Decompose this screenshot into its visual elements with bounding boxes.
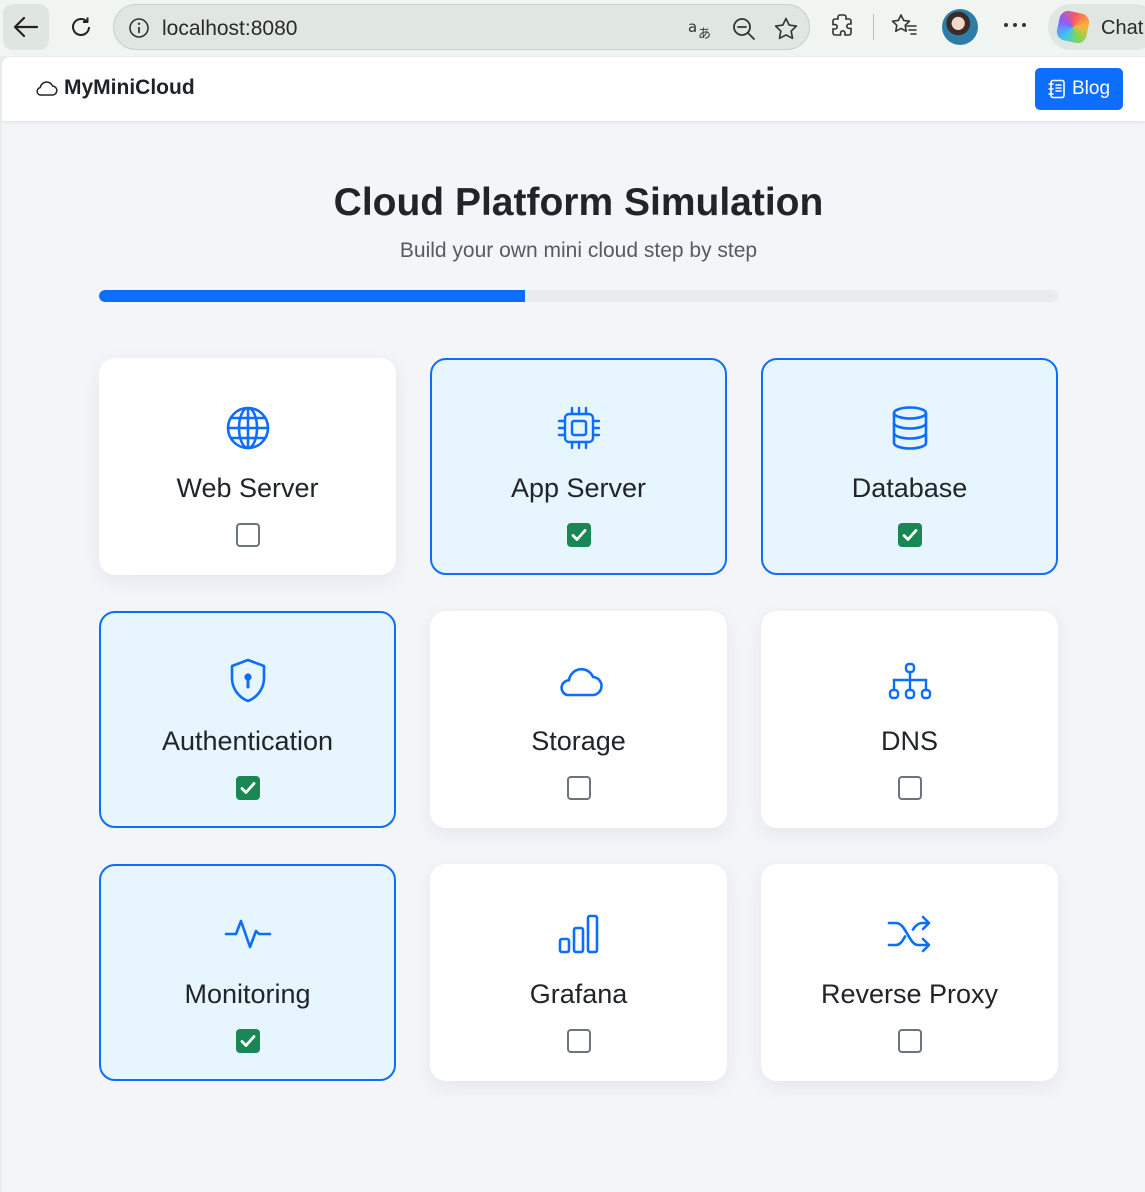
blog-button[interactable]: Blog xyxy=(1035,68,1123,110)
reload-icon xyxy=(72,17,90,36)
back-button[interactable] xyxy=(3,4,49,50)
component-checkbox[interactable] xyxy=(897,523,922,547)
diagram-icon xyxy=(886,657,934,705)
component-name: Monitoring xyxy=(184,979,311,1009)
component-checkbox[interactable] xyxy=(235,1029,260,1053)
journal-icon xyxy=(1048,79,1065,99)
progress-fill xyxy=(99,290,525,302)
component-name: DNS xyxy=(880,726,938,756)
address-bar[interactable]: localhost:8080 aあ xyxy=(113,4,810,50)
progress-bar xyxy=(99,290,1058,302)
component-card-dns[interactable]: DNS xyxy=(761,611,1058,828)
cpu-icon xyxy=(555,404,603,452)
copilot-icon xyxy=(1055,9,1091,45)
toolbar-separator xyxy=(873,14,874,40)
component-name: Grafana xyxy=(529,979,628,1009)
favorites-icon[interactable] xyxy=(889,10,919,40)
cloud-icon xyxy=(555,657,603,705)
component-card-grafana[interactable]: Grafana xyxy=(430,864,727,1081)
shield-lock-icon xyxy=(224,657,272,705)
component-checkbox[interactable] xyxy=(897,776,922,800)
page-viewport: MyMiniCloud Blog Cloud Platform Simulati… xyxy=(2,57,1145,1192)
zoom-out-icon[interactable] xyxy=(730,15,758,43)
page-subtitle: Build your own mini cloud step by step xyxy=(399,239,758,262)
component-card-database[interactable]: Database xyxy=(761,358,1058,575)
copilot-chat-button[interactable]: Chat xyxy=(1048,4,1145,50)
component-checkbox[interactable] xyxy=(897,1029,922,1053)
component-checkbox[interactable] xyxy=(566,1029,591,1053)
profile-avatar[interactable] xyxy=(942,9,978,45)
database-icon xyxy=(886,404,934,452)
component-checkbox[interactable] xyxy=(566,776,591,800)
component-checkbox[interactable] xyxy=(235,523,260,547)
browser-toolbar: localhost:8080 aあ Chat xyxy=(0,0,1145,56)
shuffle-icon xyxy=(886,910,934,958)
component-name: Database xyxy=(851,473,968,503)
svg-text:a: a xyxy=(688,18,697,36)
component-name: Reverse Proxy xyxy=(820,979,999,1009)
component-checkbox[interactable] xyxy=(566,523,591,547)
component-name: Web Server xyxy=(176,473,319,503)
more-icon[interactable] xyxy=(1000,10,1030,40)
info-icon[interactable] xyxy=(128,17,150,44)
back-arrow-icon xyxy=(13,16,39,38)
page-title: Cloud Platform Simulation xyxy=(333,181,824,224)
component-name: Authentication xyxy=(161,726,334,756)
component-checkbox[interactable] xyxy=(235,776,260,800)
chat-label: Chat xyxy=(1101,17,1144,39)
component-card-web-server[interactable]: Web Server xyxy=(99,358,396,575)
blog-label: Blog xyxy=(1071,78,1111,99)
component-grid: Web Server App Server Database Authenticati… xyxy=(99,358,1058,1081)
component-name: Storage xyxy=(531,726,626,756)
component-card-authentication[interactable]: Authentication xyxy=(99,611,396,828)
url-text[interactable]: localhost:8080 xyxy=(162,17,297,41)
component-card-monitoring[interactable]: Monitoring xyxy=(99,864,396,1081)
component-name: App Server xyxy=(510,473,647,503)
app-navbar: MyMiniCloud Blog xyxy=(2,57,1145,121)
bar-chart-icon xyxy=(555,910,603,958)
activity-icon xyxy=(224,910,272,958)
svg-text:あ: あ xyxy=(698,27,711,41)
component-card-storage[interactable]: Storage xyxy=(430,611,727,828)
favorite-star-icon[interactable] xyxy=(772,15,800,43)
globe-icon xyxy=(224,404,272,452)
reload-button[interactable] xyxy=(58,4,104,50)
cloud-logo-icon xyxy=(36,81,58,96)
brand-link[interactable]: MyMiniCloud xyxy=(34,76,195,100)
extensions-icon[interactable] xyxy=(828,10,858,40)
component-card-reverse-proxy[interactable]: Reverse Proxy xyxy=(761,864,1058,1081)
component-card-app-server[interactable]: App Server xyxy=(430,358,727,575)
brand-name: MyMiniCloud xyxy=(64,76,195,99)
read-aloud-icon[interactable]: aあ xyxy=(687,15,715,43)
